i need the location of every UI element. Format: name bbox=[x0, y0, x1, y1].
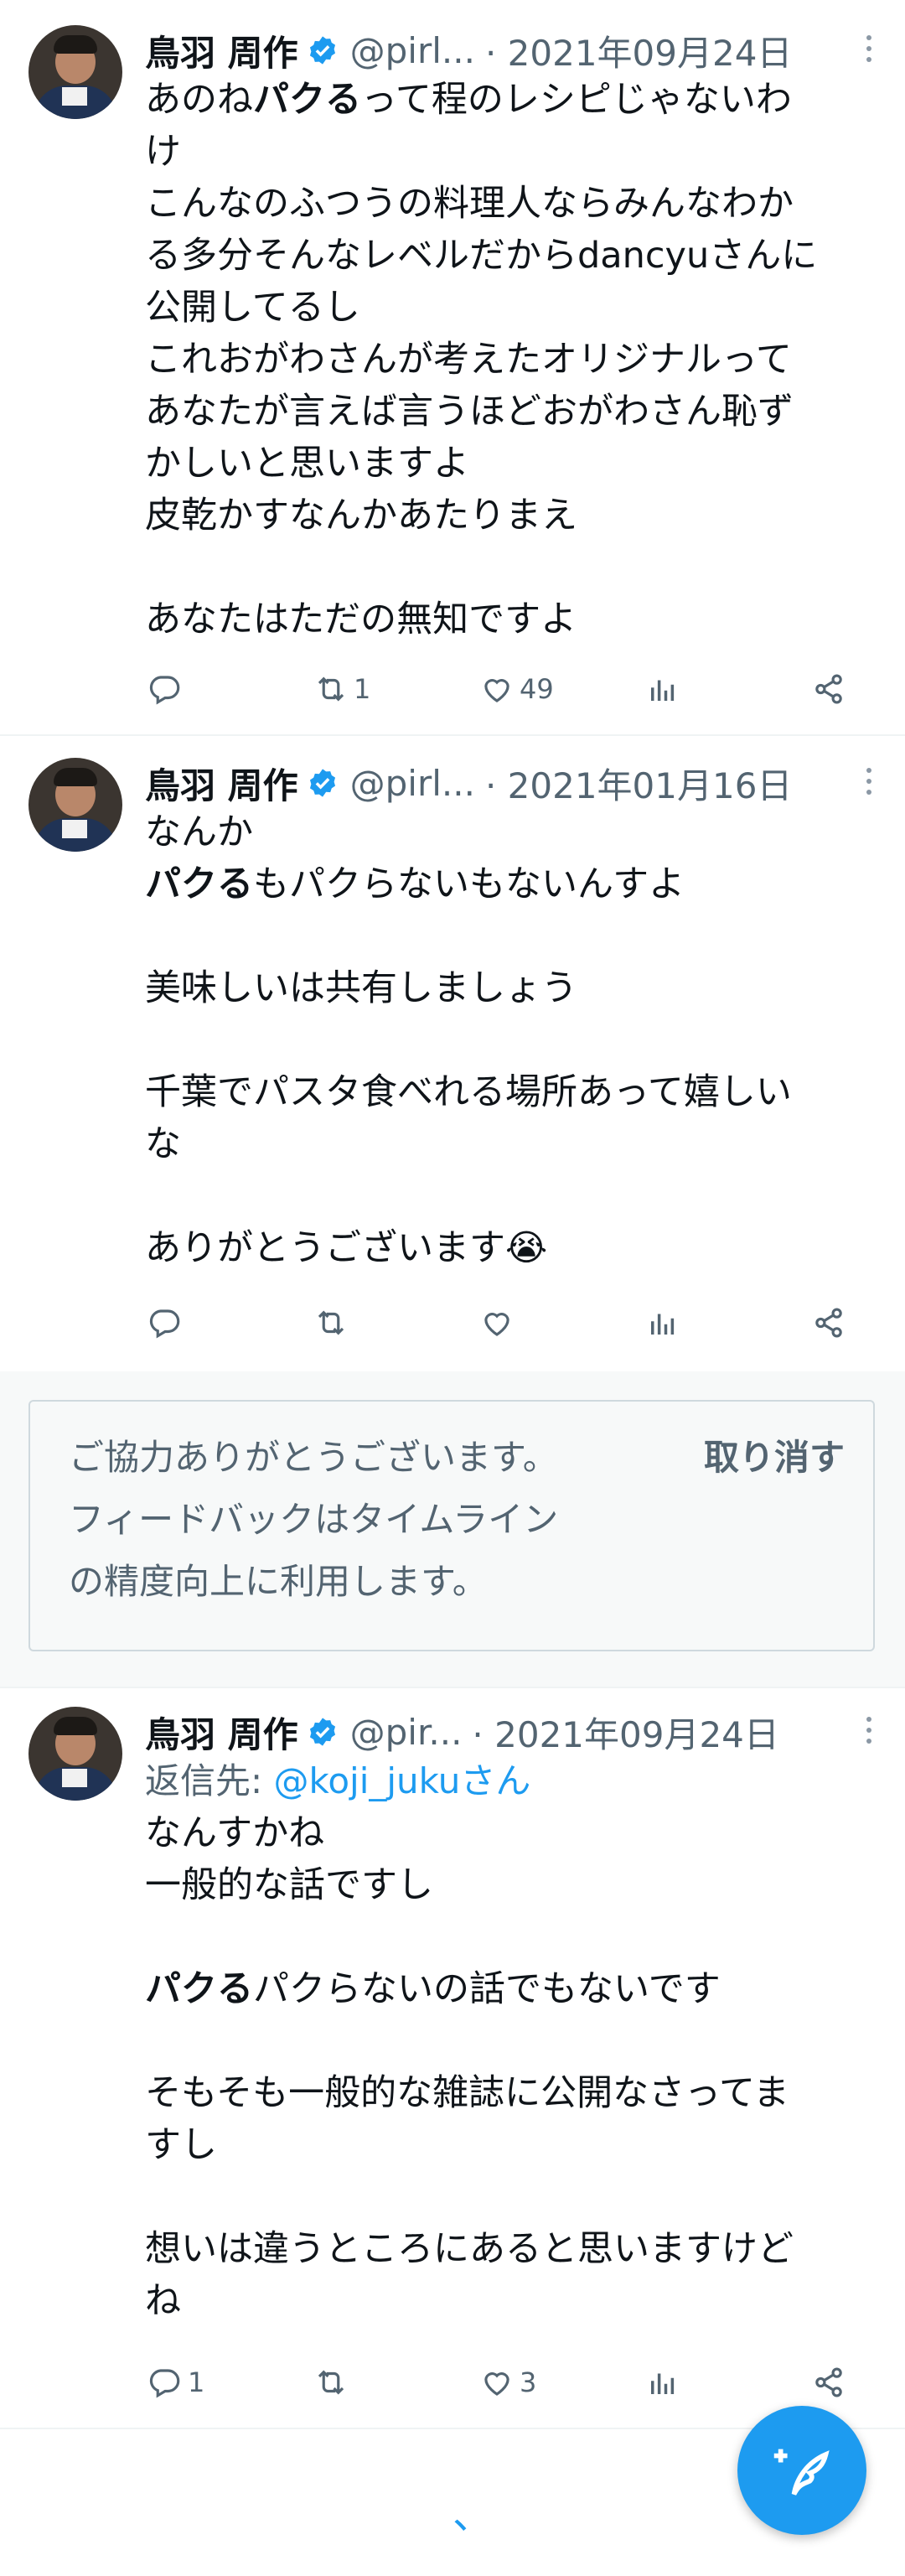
author-handle[interactable]: @pir... bbox=[350, 1712, 463, 1753]
more-icon[interactable] bbox=[866, 768, 873, 798]
reply-button[interactable]: 1 bbox=[147, 2357, 204, 2408]
share-button[interactable] bbox=[811, 664, 846, 714]
tweet-header: 鳥羽 周作 @pirl... · 2021年09月24日 bbox=[145, 25, 792, 75]
like-button[interactable]: 49 bbox=[479, 664, 554, 714]
reply-count: 1 bbox=[188, 2366, 205, 2398]
tweet-header: 鳥羽 周作 @pirl... · 2021年01月16日 bbox=[145, 758, 792, 808]
like-count: 49 bbox=[520, 673, 554, 705]
analytics-button[interactable] bbox=[645, 664, 680, 714]
retweet-count: 1 bbox=[354, 673, 371, 705]
undo-button[interactable]: 取り消す bbox=[704, 1427, 845, 1489]
reply-button[interactable] bbox=[147, 1298, 183, 1348]
share-button[interactable] bbox=[811, 1298, 846, 1348]
author-name[interactable]: 鳥羽 周作 bbox=[145, 25, 298, 76]
analytics-icon bbox=[645, 1305, 680, 1340]
tweet-actions bbox=[0, 1298, 905, 1348]
retweet-button[interactable]: 1 bbox=[313, 664, 370, 714]
compose-icon bbox=[773, 2449, 830, 2496]
like-button[interactable]: 3 bbox=[479, 2357, 536, 2408]
like-count: 3 bbox=[520, 2366, 537, 2398]
tweet-date[interactable]: · 2021年09月24日 bbox=[485, 25, 792, 76]
tweet-text: なんすかね 一般的な話ですし パクるパクらないの話でもないです そもそも一般的な… bbox=[145, 1812, 794, 2322]
divider bbox=[0, 734, 905, 736]
reply-icon bbox=[147, 671, 183, 707]
like-icon bbox=[479, 2365, 515, 2400]
feedback-notice: ご協力ありがとうございます。 フィードバックはタイムライン の精度向上に利用しま… bbox=[28, 1400, 875, 1651]
retweet-button[interactable] bbox=[313, 1298, 349, 1348]
author-handle[interactable]: @pirl... bbox=[350, 763, 475, 804]
more-icon[interactable] bbox=[866, 1717, 873, 1747]
share-button[interactable] bbox=[811, 2357, 846, 2408]
like-button[interactable] bbox=[479, 1298, 515, 1348]
share-icon bbox=[811, 671, 846, 707]
avatar[interactable] bbox=[28, 1707, 122, 1801]
verified-icon bbox=[307, 1716, 339, 1748]
reply-mention-link[interactable]: @koji_jukuさん bbox=[274, 1760, 531, 1801]
retweet-icon bbox=[313, 671, 349, 707]
retweet-button[interactable] bbox=[313, 2357, 349, 2408]
verified-icon bbox=[307, 34, 339, 66]
retweet-icon bbox=[313, 2365, 349, 2400]
author-name[interactable]: 鳥羽 周作 bbox=[145, 1707, 298, 1758]
like-icon bbox=[479, 1305, 515, 1340]
like-icon bbox=[479, 671, 515, 707]
reply-button[interactable] bbox=[147, 664, 183, 714]
compose-button[interactable] bbox=[737, 2406, 866, 2535]
avatar[interactable] bbox=[28, 25, 122, 119]
analytics-button[interactable] bbox=[645, 1298, 680, 1348]
tweet-actions: 1 3 bbox=[0, 2357, 905, 2408]
tweet-text: なんか パクるもパクらないもないんすよ 美味しいは共有しましょう 千葉でパスタ食… bbox=[145, 811, 792, 1269]
reply-icon bbox=[147, 2365, 183, 2400]
tweet-text: あのねパクるって程のレシピじゃないわ け こんなのふつうの料理人ならみんなわか … bbox=[145, 79, 818, 640]
retweet-icon bbox=[313, 1305, 349, 1340]
tweet-header: 鳥羽 周作 @pir... · 2021年09月24日 bbox=[145, 1707, 779, 1757]
reply-icon bbox=[147, 1305, 183, 1340]
more-icon[interactable] bbox=[866, 35, 873, 65]
verified-icon bbox=[307, 767, 339, 799]
tweet-actions: 1 49 bbox=[0, 664, 905, 714]
analytics-icon bbox=[645, 2365, 680, 2400]
loading-indicator: 、 bbox=[452, 2491, 494, 2538]
feedback-text: ご協力ありがとうございます。 フィードバックはタイムライン の精度向上に利用しま… bbox=[69, 1437, 559, 1602]
reply-to-line: 返信先: @koji_jukuさん bbox=[145, 1760, 531, 1801]
share-icon bbox=[811, 2365, 846, 2400]
author-name[interactable]: 鳥羽 周作 bbox=[145, 758, 298, 809]
tweet-date[interactable]: · 2021年01月16日 bbox=[485, 758, 792, 809]
analytics-button[interactable] bbox=[645, 2357, 680, 2408]
avatar[interactable] bbox=[28, 758, 122, 852]
analytics-icon bbox=[645, 671, 680, 707]
share-icon bbox=[811, 1305, 846, 1340]
author-handle[interactable]: @pirl... bbox=[350, 30, 475, 71]
divider bbox=[0, 1687, 905, 1688]
tweet-date[interactable]: · 2021年09月24日 bbox=[472, 1707, 778, 1758]
